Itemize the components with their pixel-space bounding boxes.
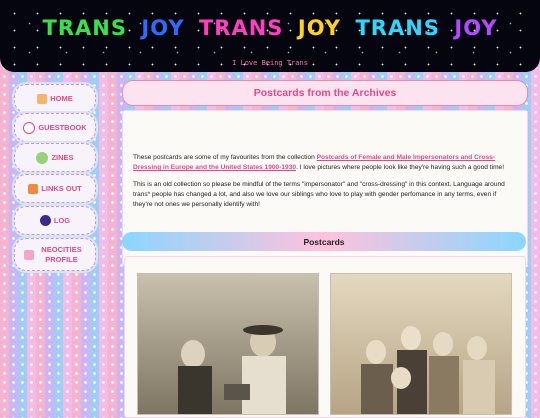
postcard-photo-1[interactable]: [137, 273, 319, 415]
intro-text-after: . I love pictures where people look like…: [296, 164, 505, 171]
nav-neocities-button[interactable]: NEOCITIES PROFILE: [14, 238, 96, 271]
title-word: JOY: [141, 16, 185, 40]
home-icon: [37, 93, 48, 104]
guestbook-icon: [23, 121, 36, 134]
page-title-box: Postcards from the Archives: [122, 80, 528, 106]
nav-neocities-label: NEOCITIES PROFILE: [41, 244, 82, 264]
postcard-image: [331, 274, 511, 414]
nav-links-out-label: LINKS OUT: [41, 183, 82, 193]
postcard-photo-2[interactable]: [330, 273, 512, 415]
nav-log-button[interactable]: LOG: [14, 206, 96, 235]
site-subtitle: I Love Being Trans: [232, 59, 308, 67]
intro-text-before: These postcards are some of my favourite…: [133, 154, 317, 161]
zines-icon: [36, 151, 49, 164]
nav-guestbook-label: GUESTBOOK: [38, 122, 87, 132]
nav-log-label: LOG: [53, 215, 71, 225]
title-word: JOY: [454, 16, 498, 40]
page-title: Postcards from the Archives: [253, 87, 397, 99]
nav-guestbook-button[interactable]: GUESTBOOK: [14, 113, 96, 142]
intro-paragraph: These postcards are some of my favourite…: [133, 153, 517, 173]
postcards-gallery: [124, 256, 526, 418]
intro-paragraph-2: This is an old collection so please be m…: [133, 181, 505, 208]
log-icon: [39, 215, 51, 226]
links-icon: [28, 183, 39, 194]
title-word: TRANS: [355, 16, 440, 40]
site-header: TRANS JOY TRANS JOY TRANS JOY I Love Bei…: [0, 0, 540, 72]
postcards-section-header: Postcards: [122, 232, 526, 251]
nav-zines-label: ZINES: [51, 152, 74, 162]
title-word: TRANS: [42, 16, 127, 40]
neocities-icon: [23, 249, 34, 260]
nav-home-label: HOME: [50, 93, 73, 103]
main-content: Postcards from the Archives These postca…: [122, 80, 528, 418]
nav-home-button[interactable]: HOME: [14, 84, 96, 113]
title-word: JOY: [297, 16, 342, 40]
section-title: Postcards: [303, 236, 345, 247]
site-title: TRANS JOY TRANS JOY TRANS JOY: [0, 16, 540, 40]
nav-links-out-button[interactable]: LINKS OUT: [14, 174, 96, 203]
nav-zines-button[interactable]: ZINES: [14, 143, 96, 172]
postcard-image: [138, 274, 318, 414]
title-word: TRANS: [198, 16, 284, 40]
